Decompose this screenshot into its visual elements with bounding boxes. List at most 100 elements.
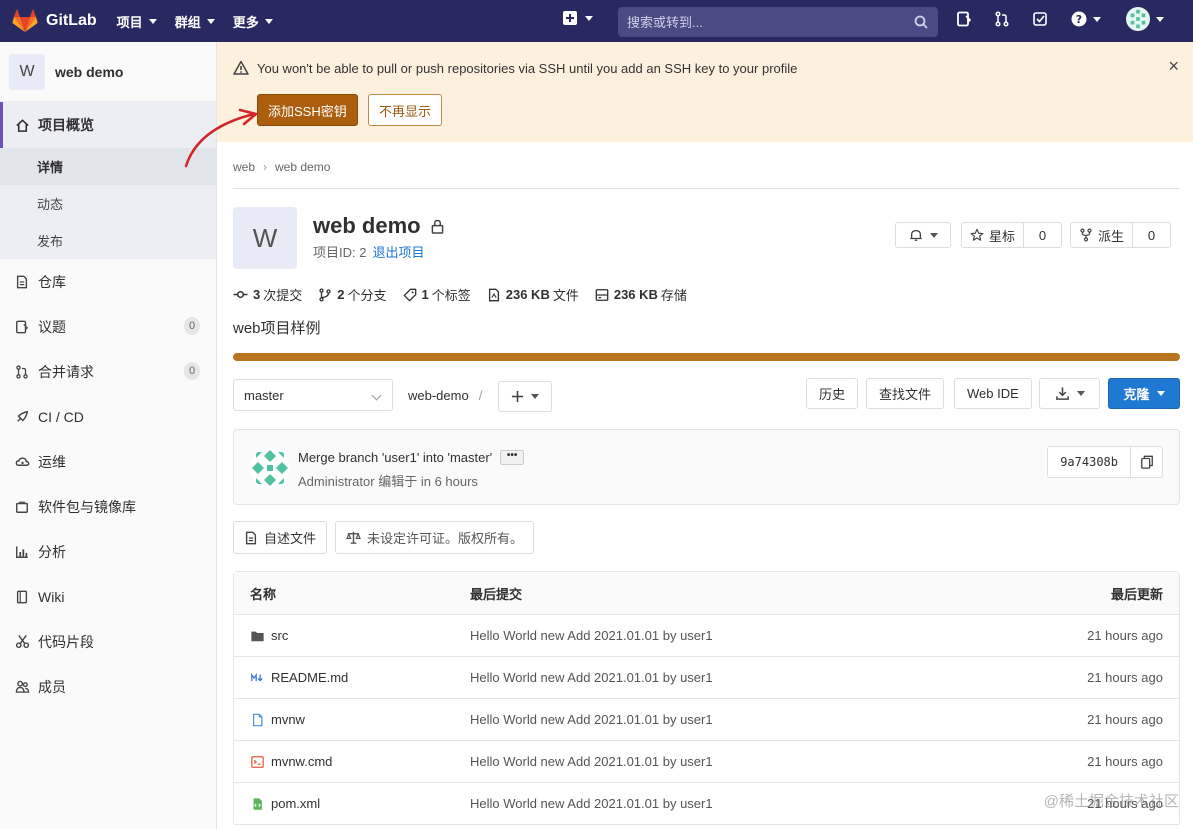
tags-stat[interactable]: 1 个标签 <box>403 285 471 304</box>
file-name[interactable]: mvnw <box>271 712 305 727</box>
search-box[interactable] <box>618 7 938 37</box>
dont-show-again-button[interactable]: 不再显示 <box>368 94 443 126</box>
fork-count[interactable]: 0 <box>1133 228 1170 243</box>
fork-button[interactable]: 派生 0 <box>1070 222 1171 248</box>
files-stat[interactable]: 236 KB 文件 <box>487 285 579 304</box>
download-dropdown[interactable] <box>1039 378 1100 409</box>
users-icon <box>14 679 30 695</box>
sidebar-subitem-releases[interactable]: 发布 <box>0 222 216 259</box>
sidebar-item-wiki[interactable]: Wiki <box>0 574 216 619</box>
file-last-commit[interactable]: Hello World new Add 2021.01.01 by user1 <box>470 670 713 685</box>
table-row[interactable]: src Hello World new Add 2021.01.01 by us… <box>234 615 1179 657</box>
search-input[interactable] <box>627 14 907 30</box>
copy-sha-button[interactable] <box>1131 446 1163 478</box>
branch-selector[interactable]: master <box>233 379 393 411</box>
add-ssh-key-button[interactable]: 添加SSH密钥 <box>257 94 358 126</box>
top-navbar: GitLab 项目 群组 更多 ? <box>0 0 1193 42</box>
file-last-commit[interactable]: Hello World new Add 2021.01.01 by user1 <box>470 712 713 727</box>
table-row[interactable]: mvnw Hello World new Add 2021.01.01 by u… <box>234 699 1179 741</box>
annotation-arrow-icon <box>184 108 258 168</box>
gitlab-logo[interactable]: GitLab <box>12 9 97 33</box>
breadcrumb-current[interactable]: web demo <box>275 160 330 174</box>
chevron-down-icon <box>1093 16 1101 22</box>
file-name[interactable]: src <box>271 628 288 643</box>
sidebar-item-members[interactable]: 成员 <box>0 664 216 709</box>
lock-icon <box>431 219 443 234</box>
sidebar-item-ci-cd[interactable]: CI / CD <box>0 394 216 439</box>
last-commit-box: Merge branch 'user1' into 'master' ••• A… <box>233 429 1180 505</box>
readme-label: 自述文件 <box>264 531 317 546</box>
sidebar-item-merge-requests[interactable]: 合并请求 0 <box>0 349 216 394</box>
sidebar-item-snippets[interactable]: 代码片段 <box>0 619 216 664</box>
path-separator: / <box>478 388 483 403</box>
scissors-icon <box>14 634 30 650</box>
table-row[interactable]: README.md Hello World new Add 2021.01.01… <box>234 657 1179 699</box>
file-name-cell[interactable]: src <box>250 628 288 643</box>
commit-message-link[interactable]: Merge branch 'user1' into 'master' <box>298 450 492 465</box>
readme-button[interactable]: 自述文件 <box>233 521 328 554</box>
table-row[interactable]: mvnw.cmd Hello World new Add 2021.01.01 … <box>234 741 1179 783</box>
add-file-dropdown[interactable] <box>498 381 552 412</box>
file-name-cell[interactable]: README.md <box>250 670 348 685</box>
clone-button[interactable]: 克隆 <box>1108 378 1180 409</box>
find-file-button[interactable]: 查找文件 <box>866 378 945 409</box>
file-last-commit[interactable]: Hello World new Add 2021.01.01 by user1 <box>470 628 713 643</box>
file-name-cell[interactable]: mvnw.cmd <box>250 754 332 769</box>
branches-stat[interactable]: 2 个分支 <box>318 285 387 304</box>
book-icon <box>14 589 30 605</box>
avatar[interactable] <box>250 448 290 488</box>
history-button[interactable]: 历史 <box>806 378 859 409</box>
notification-dropdown[interactable] <box>895 222 951 248</box>
sidebar-item-analytics[interactable]: 分析 <box>0 529 216 574</box>
nav-projects[interactable]: 项目 <box>117 12 157 31</box>
sidebar-subitem-activity[interactable]: 动态 <box>0 185 216 222</box>
expand-commit-button[interactable]: ••• <box>500 450 525 465</box>
chevron-down-icon <box>371 390 382 401</box>
project-id-text: 项目ID: 2 <box>313 245 367 260</box>
file-icon <box>252 713 263 726</box>
user-menu[interactable] <box>1123 7 1167 31</box>
file-last-commit[interactable]: Hello World new Add 2021.01.01 by user1 <box>470 754 713 769</box>
license-button[interactable]: 未设定许可证。版权所有。 <box>335 521 535 554</box>
file-name[interactable]: mvnw.cmd <box>271 754 332 769</box>
sidebar-item-label: 合并请求 <box>38 363 94 380</box>
sidebar-project-header[interactable]: W web demo <box>0 42 216 102</box>
breadcrumb-parent[interactable]: web <box>233 160 255 174</box>
nav-more[interactable]: 更多 <box>233 12 273 31</box>
project-description: web项目样例 <box>233 320 321 337</box>
todo-icon[interactable] <box>1031 10 1049 28</box>
commits-stat[interactable]: 3 次提交 <box>233 285 302 304</box>
fork-label: 派生 <box>1071 223 1134 247</box>
new-dropdown[interactable] <box>563 11 593 25</box>
clone-label: 克隆 <box>1123 387 1150 402</box>
leave-project-link[interactable]: 退出项目 <box>372 245 424 260</box>
web-ide-button[interactable]: Web IDE <box>954 378 1032 409</box>
table-row[interactable]: pom.xml Hello World new Add 2021.01.01 b… <box>234 783 1179 825</box>
brand-name: GitLab <box>46 12 97 29</box>
commit-meta: Administrator 编辑于 in 6 hours <box>298 471 478 490</box>
file-name-cell[interactable]: mvnw <box>250 712 305 727</box>
language-bar-fill <box>233 353 1180 361</box>
star-button[interactable]: 星标 0 <box>961 222 1062 248</box>
sidebar-item-operations[interactable]: 运维 <box>0 439 216 484</box>
sidebar-item-issues[interactable]: 议题 0 <box>0 304 216 349</box>
file-last-commit[interactable]: Hello World new Add 2021.01.01 by user1 <box>470 796 713 811</box>
help-dropdown[interactable]: ? <box>1069 10 1103 28</box>
commit-author[interactable]: Administrator <box>298 474 375 489</box>
plus-icon <box>511 390 524 403</box>
merge-request-icon[interactable] <box>993 10 1011 28</box>
nav-groups[interactable]: 群组 <box>175 12 215 31</box>
commit-sha[interactable]: 9a74308b <box>1047 446 1131 478</box>
sidebar-item-label: CI / CD <box>38 408 84 425</box>
repo-name-link[interactable]: web-demo <box>408 388 469 403</box>
file-name[interactable]: pom.xml <box>271 796 320 811</box>
file-name-cell[interactable]: pom.xml <box>250 796 320 811</box>
star-count[interactable]: 0 <box>1024 228 1061 243</box>
nav-groups-label: 群组 <box>174 14 201 30</box>
cloud-gear-icon <box>14 454 30 470</box>
file-name[interactable]: README.md <box>271 670 348 685</box>
issues-icon[interactable] <box>955 10 973 28</box>
sidebar-item-repository[interactable]: 仓库 <box>0 259 216 304</box>
close-icon[interactable]: × <box>1168 56 1179 77</box>
sidebar-item-packages[interactable]: 软件包与镜像库 <box>0 484 216 529</box>
